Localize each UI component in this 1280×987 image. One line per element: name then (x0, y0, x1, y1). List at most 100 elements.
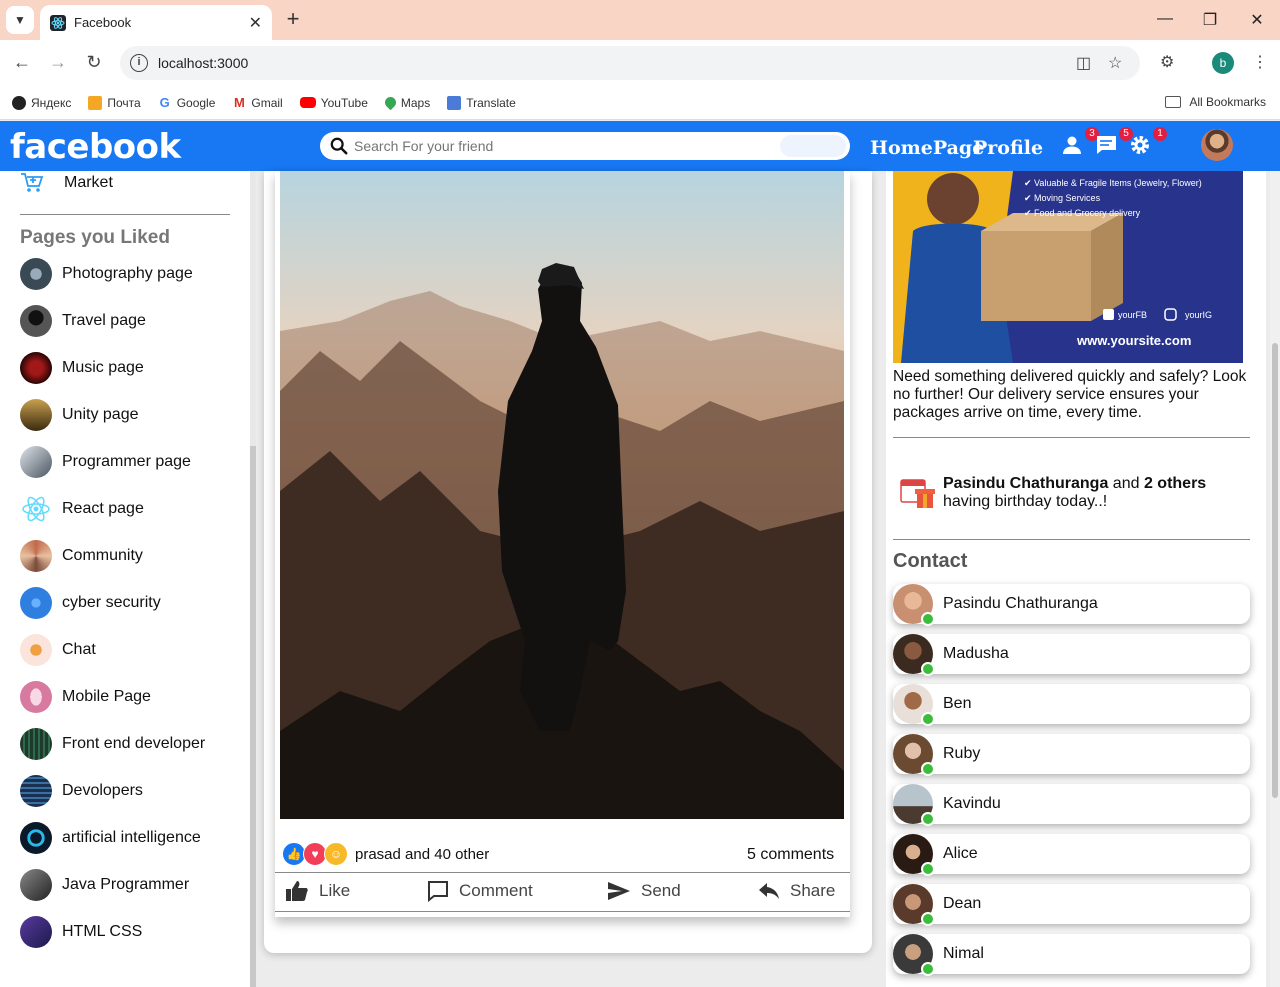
reload-icon[interactable]: ↻ (83, 52, 105, 73)
nav-profile-link[interactable]: Profile (973, 137, 1043, 159)
page-item-community[interactable]: Community (20, 540, 143, 572)
contact-avatar (893, 834, 935, 876)
ad-site: www.yoursite.com (1076, 333, 1191, 348)
site-info-icon[interactable]: i (130, 54, 148, 72)
scrollbar-thumb[interactable] (1272, 343, 1278, 798)
right-divider (893, 539, 1250, 540)
online-status-dot (921, 612, 935, 626)
bookmark-pochta[interactable]: Почта (88, 95, 141, 110)
user-avatar[interactable] (1201, 129, 1233, 161)
page-item-react[interactable]: React page (20, 493, 144, 525)
bookmark-youtube[interactable]: YouTube (299, 96, 368, 110)
page-label: Chat (62, 641, 96, 658)
pages-heading: Pages you Liked (20, 227, 170, 248)
close-tab-icon[interactable]: ✕ (249, 13, 262, 33)
page-item-devolopers[interactable]: Devolopers (20, 775, 143, 807)
tab-search-button[interactable]: ▼ (6, 6, 34, 34)
contact-item[interactable]: Madusha (893, 634, 1250, 676)
page-item-chat[interactable]: Chat (20, 634, 96, 666)
reactions-summary[interactable]: 👍 ♥ ☺ prasad and 40 other (282, 842, 489, 866)
contact-item[interactable]: Ben (893, 684, 1250, 726)
online-status-dot (921, 712, 935, 726)
minimize-icon[interactable]: — (1155, 10, 1175, 28)
post-image[interactable] (280, 171, 844, 819)
online-status-dot (921, 662, 935, 676)
bookmark-google[interactable]: G Google (157, 95, 215, 110)
birthday-others[interactable]: 2 others (1144, 475, 1206, 492)
delivery-ad-banner[interactable]: ✔ Valuable & Fragile Items (Jewelry, Flo… (893, 171, 1243, 363)
fb-logo[interactable]: facebook (10, 127, 181, 167)
page-item-front-end[interactable]: Front end developer (20, 728, 205, 760)
all-bookmarks[interactable]: All Bookmarks (1165, 95, 1266, 109)
contact-item[interactable]: Kavindu (893, 784, 1250, 826)
search-input[interactable] (354, 138, 774, 154)
bookmark-maps[interactable]: Maps (382, 94, 431, 111)
settings-gear-icon[interactable] (1128, 133, 1152, 157)
browser-menu-icon[interactable]: ⋮ (1252, 52, 1268, 72)
page-item-music[interactable]: Music page (20, 352, 144, 384)
extensions-icon[interactable]: ⚙ (1160, 52, 1174, 72)
left-sidebar: Market Pages you Liked Photography page … (0, 171, 250, 987)
ad-feature-3: ✔ Food and Grocery delivery (1024, 208, 1141, 218)
sidebar-item-market[interactable]: Market (20, 171, 113, 195)
page-item-programmer[interactable]: Programmer page (20, 446, 191, 478)
page-item-unity[interactable]: Unity page (20, 399, 139, 431)
comments-count[interactable]: 5 comments (747, 846, 834, 864)
install-app-icon[interactable]: ◫ (1076, 53, 1091, 73)
page-item-cyber-security[interactable]: cyber security (20, 587, 161, 619)
page-item-java[interactable]: Java Programmer (20, 869, 189, 901)
comment-button[interactable]: Comment (427, 877, 533, 905)
sidebar-scrollbar[interactable] (250, 171, 256, 987)
bookmark-gmail[interactable]: M Gmail (232, 95, 283, 110)
bookmark-translate[interactable]: Translate (447, 95, 516, 110)
contact-item[interactable]: Pasindu Chathuranga (893, 584, 1250, 626)
birthday-name[interactable]: Pasindu Chathuranga (943, 475, 1108, 492)
ad-social-fb: yourFB (1118, 310, 1147, 320)
page-label: cyber security (62, 594, 161, 611)
ad-feature-2: ✔ Moving Services (1024, 193, 1101, 203)
browser-tab-active[interactable]: Facebook ✕ (40, 5, 272, 40)
search-submit-area[interactable] (780, 135, 846, 157)
address-bar[interactable]: i localhost:3000 ◫ ☆ (120, 46, 1140, 80)
back-icon[interactable]: ← (11, 52, 33, 73)
contact-item[interactable]: Dean (893, 884, 1250, 926)
contact-item[interactable]: Nimal (893, 934, 1250, 976)
scrollbar-thumb[interactable] (250, 446, 256, 987)
page-item-mobile[interactable]: Mobile Page (20, 681, 151, 713)
browser-profile-avatar[interactable]: b (1212, 52, 1234, 74)
bookmark-label: Maps (400, 95, 431, 110)
bookmark-star-icon[interactable]: ☆ (1108, 53, 1122, 73)
like-button[interactable]: Like (285, 877, 350, 905)
post-photo (280, 171, 844, 819)
haha-reaction-icon: ☺ (324, 842, 348, 866)
page-label: Unity page (62, 406, 139, 423)
send-button[interactable]: Send (607, 877, 681, 905)
share-label: Share (790, 881, 836, 900)
nav-homepage-link[interactable]: HomePage (870, 137, 984, 159)
page-item-html-css[interactable]: HTML CSS (20, 916, 142, 948)
new-tab-button[interactable]: + (282, 8, 304, 30)
maps-pin-icon (382, 94, 399, 111)
contact-item[interactable]: Ruby (893, 734, 1250, 776)
thumbs-up-icon (286, 881, 308, 901)
restore-icon[interactable]: ❐ (1200, 10, 1220, 30)
page-avatar (20, 352, 52, 384)
messages-icon[interactable] (1094, 133, 1118, 157)
bookmark-yandex[interactable]: Яндекс (12, 95, 71, 110)
mail-icon (88, 95, 103, 110)
tab-title: Facebook (74, 15, 132, 30)
page-scrollbar[interactable] (1270, 171, 1280, 987)
page-item-travel[interactable]: Travel page (20, 305, 146, 337)
share-button[interactable]: Share (758, 877, 835, 905)
bookmark-label: Почта (107, 95, 141, 110)
page-item-photography[interactable]: Photography page (20, 258, 193, 290)
close-window-icon[interactable]: ✕ (1247, 10, 1267, 30)
friend-requests-icon[interactable] (1061, 133, 1085, 157)
page-item-ai[interactable]: artificial intelligence (20, 822, 201, 854)
contact-item[interactable]: Alice (893, 834, 1250, 876)
forward-icon[interactable]: → (47, 52, 69, 73)
birthday-notice[interactable]: Pasindu Chathuranga and 2 others having … (893, 470, 1250, 516)
post-divider (275, 872, 850, 873)
page-avatar (20, 634, 52, 666)
contact-avatar (893, 734, 935, 776)
